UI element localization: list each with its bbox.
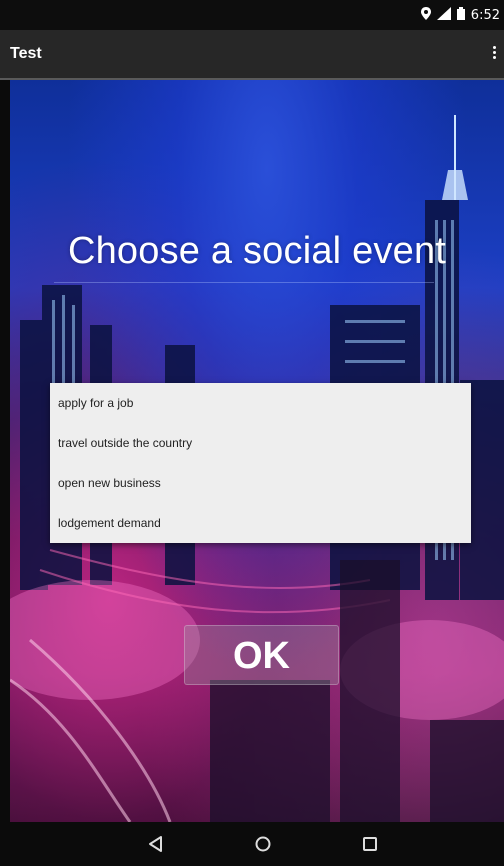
home-icon[interactable] <box>252 833 274 855</box>
navigation-bar <box>0 822 504 866</box>
action-bar: Test <box>0 30 504 80</box>
page-headline: Choose a social event <box>67 230 447 272</box>
signal-icon <box>436 7 451 24</box>
status-icons: 6:52 <box>420 7 500 24</box>
content-area: Choose a social event apply for a job tr… <box>10 80 504 822</box>
overflow-menu-icon[interactable] <box>490 44 498 66</box>
ok-button[interactable]: OK <box>184 625 339 685</box>
back-icon[interactable] <box>145 833 167 855</box>
battery-icon <box>456 7 465 24</box>
recents-icon[interactable] <box>359 833 381 855</box>
status-time: 6:52 <box>470 8 500 23</box>
list-item[interactable]: travel outside the country <box>50 423 471 463</box>
list-item[interactable]: apply for a job <box>50 383 471 423</box>
location-icon <box>420 7 431 24</box>
list-item[interactable]: open new business <box>50 463 471 503</box>
status-bar: 6:52 <box>0 0 504 30</box>
list-item[interactable]: lodgement demand <box>50 503 471 543</box>
headline-divider <box>54 282 434 283</box>
social-event-list: apply for a job travel outside the count… <box>50 383 471 543</box>
app-title: Test <box>10 45 42 62</box>
